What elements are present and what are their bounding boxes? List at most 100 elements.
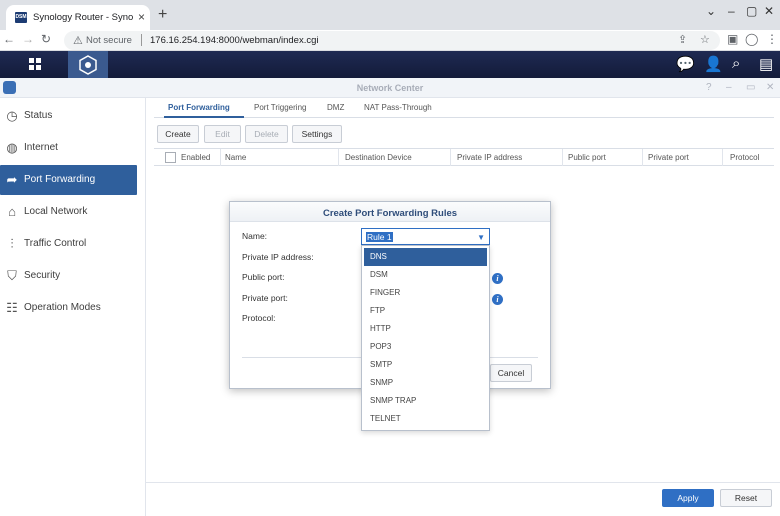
new-tab-button[interactable]: + bbox=[158, 6, 167, 24]
share-icon[interactable]: ⇪ bbox=[678, 33, 687, 46]
column-header-name[interactable]: Name bbox=[225, 153, 246, 162]
column-header-enabled[interactable]: Enabled bbox=[181, 153, 210, 162]
dropdown-option-http[interactable]: HTTP bbox=[364, 320, 487, 338]
sidebar-item-label: Operation Modes bbox=[24, 302, 101, 313]
dialog-header: Create Port Forwarding Rules bbox=[230, 202, 550, 222]
notification-icon[interactable]: 💬 bbox=[676, 55, 695, 73]
name-combobox[interactable]: Rule 1 ▼ bbox=[361, 228, 490, 245]
close-tab-icon[interactable]: × bbox=[138, 10, 145, 24]
url-omnibox[interactable]: ⚠ Not secure 176.16.254.194:8000/webman/… bbox=[64, 31, 720, 50]
sidebar-item-port-forwarding[interactable]: ➦ Port Forwarding bbox=[0, 165, 137, 195]
info-icon[interactable]: i bbox=[492, 273, 503, 284]
synology-favicon-icon: DSM bbox=[15, 12, 27, 23]
private-ip-label: Private IP address: bbox=[242, 252, 314, 262]
window-title: Network Center bbox=[356, 83, 424, 93]
browser-tab[interactable]: DSM Synology Router - SynologyRouter × bbox=[6, 5, 150, 30]
column-header-private-port[interactable]: Private port bbox=[648, 153, 689, 162]
dropdown-option-pop3[interactable]: POP3 bbox=[364, 338, 487, 356]
forward-arrow-icon: ➦ bbox=[6, 172, 18, 187]
search-icon[interactable]: ⌕ bbox=[732, 55, 740, 72]
minimize-icon[interactable]: – bbox=[728, 4, 735, 18]
footer-bar: Apply Reset bbox=[146, 482, 780, 516]
browser-tab-strip: DSM Synology Router - SynologyRouter × +… bbox=[0, 0, 780, 30]
maximize-icon[interactable]: ▢ bbox=[746, 4, 757, 18]
address-bar: ← → ↻ ⚠ Not secure 176.16.254.194:8000/w… bbox=[0, 30, 780, 51]
sidebar-item-traffic-control[interactable]: ⫶ Traffic Control bbox=[0, 229, 137, 259]
info-icon[interactable]: i bbox=[492, 294, 503, 305]
sidebar-item-local-network[interactable]: ⌂ Local Network bbox=[0, 197, 137, 227]
not-secure-label[interactable]: Not secure bbox=[86, 35, 132, 46]
tab-port-triggering[interactable]: Port Triggering bbox=[254, 103, 306, 112]
browser-tab-title: Synology Router - SynologyRouter bbox=[33, 12, 133, 23]
tab-port-forwarding[interactable]: Port Forwarding bbox=[168, 103, 230, 112]
service-dropdown-list: DNS DSM FINGER FTP HTTP POP3 SMTP SNMP S… bbox=[361, 245, 490, 431]
window-maximize-icon[interactable]: ▭ bbox=[746, 82, 755, 93]
url-text[interactable]: 176.16.254.194:8000/webman/index.cgi bbox=[150, 35, 319, 46]
column-header-public-port[interactable]: Public port bbox=[568, 153, 606, 162]
dialog-title: Create Port Forwarding Rules bbox=[322, 208, 458, 219]
sidebar-item-label: Status bbox=[24, 110, 53, 121]
sidebar-item-internet[interactable]: ◍ Internet bbox=[0, 133, 137, 163]
column-divider bbox=[338, 149, 339, 166]
sliders-icon: ⫶ bbox=[10, 236, 14, 251]
name-value[interactable]: Rule 1 bbox=[366, 232, 393, 242]
back-icon[interactable]: ← bbox=[3, 32, 15, 46]
tab-search-chevron-icon[interactable]: ⌄ bbox=[706, 4, 716, 18]
bookmark-star-icon[interactable]: ☆ bbox=[700, 33, 710, 46]
sidebar-item-label: Port Forwarding bbox=[24, 174, 96, 185]
dropdown-arrow-icon[interactable]: ▼ bbox=[477, 233, 485, 242]
browser-menu-icon[interactable]: ⋮ bbox=[766, 32, 778, 46]
router-icon: ☷ bbox=[6, 300, 18, 315]
window-title-bar: Network Center ? – ▭ ✕ bbox=[0, 78, 780, 98]
column-header-private-ip[interactable]: Private IP address bbox=[457, 153, 522, 162]
column-header-protocol[interactable]: Protocol bbox=[730, 153, 759, 162]
dropdown-option-telnet[interactable]: TELNET bbox=[364, 410, 487, 428]
dropdown-option-dns[interactable]: DNS bbox=[364, 248, 487, 266]
profile-icon[interactable]: ◯ bbox=[745, 32, 758, 46]
network-center-icon bbox=[79, 55, 97, 75]
column-header-destination-device[interactable]: Destination Device bbox=[345, 153, 412, 162]
delete-button[interactable]: Delete bbox=[245, 125, 288, 143]
widgets-icon[interactable]: ▤ bbox=[759, 55, 773, 73]
column-divider bbox=[642, 149, 643, 166]
dropdown-option-snmp[interactable]: SNMP bbox=[364, 374, 487, 392]
sidebar-toggle-icon[interactable]: ▣ bbox=[727, 32, 738, 46]
settings-button[interactable]: Settings bbox=[292, 125, 342, 143]
grid-header: Enabled Name Destination Device Private … bbox=[154, 148, 774, 166]
warning-icon[interactable]: ⚠ bbox=[73, 34, 83, 47]
globe-icon: ◍ bbox=[6, 140, 18, 155]
dropdown-option-dsm[interactable]: DSM bbox=[364, 266, 487, 284]
cancel-button[interactable]: Cancel bbox=[490, 364, 532, 382]
reload-icon[interactable]: ↻ bbox=[41, 32, 51, 46]
dropdown-option-smtp[interactable]: SMTP bbox=[364, 356, 487, 374]
network-center-taskbar-button[interactable] bbox=[68, 51, 108, 78]
dropdown-option-ftp[interactable]: FTP bbox=[364, 302, 487, 320]
window-close-icon[interactable]: ✕ bbox=[766, 82, 774, 93]
help-icon[interactable]: ? bbox=[706, 82, 712, 93]
sidebar-item-status[interactable]: ◷ Status bbox=[0, 101, 137, 131]
dropdown-option-finger[interactable]: FINGER bbox=[364, 284, 487, 302]
close-window-icon[interactable]: ✕ bbox=[764, 4, 774, 18]
edit-button[interactable]: Edit bbox=[204, 125, 241, 143]
main-menu-button[interactable] bbox=[18, 51, 54, 78]
dropdown-option-snmp-trap[interactable]: SNMP TRAP bbox=[364, 392, 487, 410]
dsm-taskbar: 💬 👤 ⌕ ▤ bbox=[0, 51, 780, 78]
status-icon: ◷ bbox=[6, 108, 18, 123]
active-tab-indicator bbox=[164, 116, 244, 118]
create-button[interactable]: Create bbox=[157, 125, 199, 143]
apply-button[interactable]: Apply bbox=[662, 489, 714, 507]
window-minimize-icon[interactable]: – bbox=[726, 82, 732, 93]
sidebar-item-security[interactable]: ⛉ Security bbox=[0, 261, 137, 291]
sidebar-item-operation-modes[interactable]: ☷ Operation Modes bbox=[0, 293, 137, 323]
select-all-checkbox[interactable] bbox=[165, 152, 176, 163]
tab-bar: Port Forwarding Port Triggering DMZ NAT … bbox=[154, 98, 774, 118]
forward-icon[interactable]: → bbox=[22, 32, 34, 46]
public-port-label: Public port: bbox=[242, 272, 285, 282]
column-divider bbox=[562, 149, 563, 166]
user-icon[interactable]: 👤 bbox=[704, 55, 723, 73]
reset-button[interactable]: Reset bbox=[720, 489, 772, 507]
shield-icon: ⛉ bbox=[7, 268, 17, 283]
tab-dmz[interactable]: DMZ bbox=[327, 103, 344, 112]
tab-nat-pass-through[interactable]: NAT Pass-Through bbox=[364, 103, 432, 112]
sidebar-item-label: Internet bbox=[24, 142, 58, 153]
